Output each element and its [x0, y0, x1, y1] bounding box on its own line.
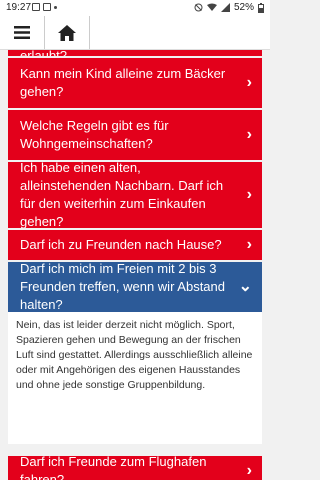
home-button[interactable] [45, 16, 89, 49]
notification-icons [32, 3, 57, 11]
faq-item-flughafen[interactable]: Darf ich Freunde zum Flughafen fahren? › [8, 454, 262, 480]
faq-item-baecker[interactable]: Kann mein Kind alleine zum Bäcker gehen?… [8, 58, 262, 108]
faq-question: Darf ich zu Freunden nach Hause? [20, 237, 222, 252]
signal-icon [220, 3, 230, 12]
faq-item-wohngemeinschaften[interactable]: Welche Regeln gibt es für Wohngemeinscha… [8, 110, 262, 160]
chevron-down-icon: ⌄ [238, 278, 252, 295]
status-time: 19:27 [6, 2, 32, 13]
app-toolbar [0, 16, 270, 50]
status-bar: 19:27 52% [0, 0, 270, 16]
menu-button[interactable] [0, 16, 44, 49]
chevron-right-icon: › [246, 462, 252, 479]
mute-icon [194, 3, 203, 12]
wifi-icon [206, 3, 217, 11]
faq-answer-text: Nein, das ist leider derzeit nicht mögli… [16, 319, 253, 391]
faq-item-freunde-nach-hause[interactable]: Darf ich zu Freunden nach Hause? › [8, 230, 262, 260]
battery-icon [258, 2, 264, 13]
chevron-right-icon: › [246, 236, 252, 253]
more-notifications-icon [54, 6, 57, 9]
faq-answer: Nein, das ist leider derzeit nicht mögli… [8, 312, 262, 444]
faq-list: Ist Musik und Instrumente spielen erlaub… [8, 50, 262, 480]
faq-item-freien-treffen[interactable]: Darf ich mich im Freien mit 2 bis 3 Freu… [8, 261, 262, 312]
faq-question: Welche Regeln gibt es für Wohngemeinscha… [20, 118, 169, 151]
hamburger-menu-icon [14, 26, 30, 39]
home-icon [58, 24, 76, 41]
gallery-icon [43, 3, 51, 11]
faq-item-nachbar[interactable]: Ich habe einen alten, alleinstehenden Na… [8, 160, 262, 229]
chevron-right-icon: › [246, 74, 252, 91]
toolbar-divider [89, 16, 90, 49]
notification-icon [32, 3, 40, 11]
chevron-right-icon: › [246, 186, 252, 203]
faq-question: Darf ich mich im Freien mit 2 bis 3 Freu… [20, 261, 225, 312]
system-icons: 52% [194, 2, 264, 13]
faq-question: Darf ich Freunde zum Flughafen fahren? [20, 454, 207, 480]
chevron-right-icon: › [246, 126, 252, 143]
faq-question: Ich habe einen alten, alleinstehenden Na… [20, 160, 224, 229]
battery-percent: 52% [233, 2, 254, 13]
faq-question: Kann mein Kind alleine zum Bäcker gehen? [20, 66, 226, 99]
